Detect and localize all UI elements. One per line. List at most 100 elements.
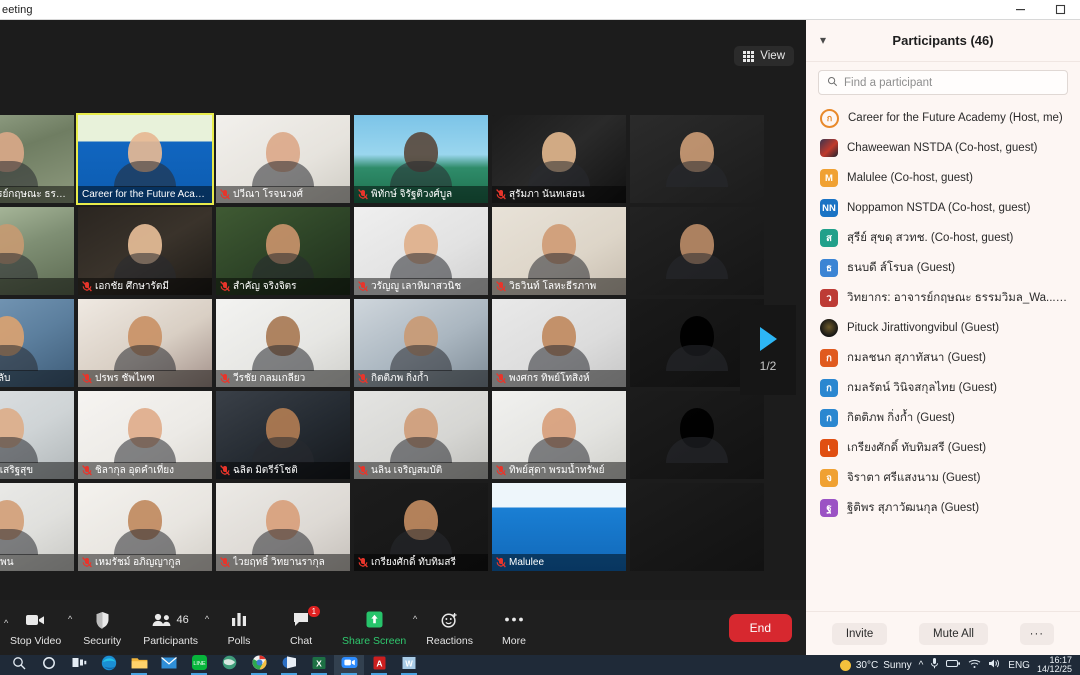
taskbar-search-button[interactable]: [4, 655, 34, 675]
taskbar-chrome-button[interactable]: [244, 655, 274, 675]
video-tile[interactable]: วรัญญู เลาหิมาสวนิช: [352, 205, 490, 297]
muted-mic-icon: [358, 189, 368, 200]
search-input[interactable]: Find a participant: [818, 70, 1068, 95]
chevron-down-icon[interactable]: ▾: [820, 33, 826, 47]
participant-row[interactable]: ว วิทยากร: อาจารย์กฤษณะ ธรรมวิมล_Wa... (G…: [806, 283, 1080, 313]
search-icon: [827, 74, 838, 92]
participant-row[interactable]: ส สุรีย์ สุขดุ สวทช. (Co-host, guest): [806, 223, 1080, 253]
video-tile[interactable]: นพงส์ วิวิธอำพน: [0, 481, 76, 573]
taskbar-browser-button[interactable]: [214, 655, 244, 675]
video-tile[interactable]: ไวยฤทธิ์ วิทยานรากุล: [214, 481, 352, 573]
toolbar-stop-video-button[interactable]: Stop Video ^: [0, 600, 72, 655]
tile-participant-name: ฉลิต มิตรีร์โชติ: [233, 465, 298, 476]
toolbar-participants-button[interactable]: 46 Participants ^: [133, 600, 209, 655]
muted-mic-icon: [82, 281, 92, 292]
view-button[interactable]: View: [734, 46, 794, 66]
video-tile[interactable]: สำคัญ จริงจิตร: [214, 205, 352, 297]
participant-row[interactable]: Chaweewan NSTDA (Co-host, guest): [806, 133, 1080, 163]
taskbar-excel-button[interactable]: X: [304, 655, 334, 675]
toolbar-more-button[interactable]: More: [483, 600, 545, 655]
toolbar-chat-button[interactable]: 1 Chat: [270, 600, 332, 655]
taskbar-edge-button[interactable]: [94, 655, 124, 675]
volume-icon[interactable]: [988, 658, 1001, 672]
participant-row[interactable]: M Malulee (Co-host, guest): [806, 163, 1080, 193]
chevron-up-icon[interactable]: ^: [919, 660, 924, 671]
toolbar-item-label: Security: [83, 634, 122, 647]
tile-name-bar: เหมรัชม์ อภิญญากูล: [78, 554, 212, 571]
video-tile[interactable]: ชิลากุล อุดคำเที่ยง: [76, 389, 214, 481]
taskbar-acrobat-button[interactable]: A: [364, 655, 394, 675]
taskbar-word-button[interactable]: W: [394, 655, 424, 675]
clock[interactable]: 16:17 14/12/25: [1037, 655, 1072, 675]
participant-row[interactable]: Pituck Jirattivongvibul (Guest): [806, 313, 1080, 343]
next-page-control[interactable]: 1/2: [740, 305, 796, 395]
video-tile[interactable]: กร: อาจารย์กฤษณะ ธรรมว...: [0, 113, 76, 205]
participant-row[interactable]: ก Career for the Future Academy (Host, me…: [806, 103, 1080, 133]
wifi-icon[interactable]: [968, 659, 981, 672]
taskbar-file-explorer-button[interactable]: [124, 655, 154, 675]
task-view-icon: [72, 656, 87, 674]
participants-list[interactable]: ก Career for the Future Academy (Host, me…: [806, 101, 1080, 611]
video-tile[interactable]: ส์โรบล: [0, 205, 76, 297]
video-tile[interactable]: พงศกร ทิพย์โทสิงห์: [490, 297, 628, 389]
video-tile[interactable]: ฉลิต มิตรีร์โชติ: [214, 389, 352, 481]
participant-row[interactable]: จ จิราตา ศรีแสงนาม (Guest): [806, 463, 1080, 493]
participant-row[interactable]: ฐ ฐิติพร สุภาวัฒนกุล (Guest): [806, 493, 1080, 523]
tile-participant-name: Malulee: [509, 557, 545, 568]
page-indicator: 1/2: [759, 359, 777, 373]
toolbar-share-screen-button[interactable]: Share Screen ^: [332, 600, 417, 655]
tile-participant-name: กิตติภพ กิ่งก้ำ: [371, 373, 429, 384]
microphone-icon[interactable]: [930, 657, 939, 673]
video-tile[interactable]: [628, 481, 766, 573]
video-tile[interactable]: [628, 113, 766, 205]
toolbar-polls-button[interactable]: Polls: [208, 600, 270, 655]
video-tile[interactable]: พิทักษ์ จิรัฐติวงศ์บูล: [352, 113, 490, 205]
muted-mic-icon: [220, 189, 230, 200]
video-tile[interactable]: นิวัติ ภูมิบ่อพลับ: [0, 297, 76, 389]
participant-row[interactable]: เ เกรียงศักดิ์ ทับทิมสรี (Guest): [806, 433, 1080, 463]
tile-participant-name: ปรพร ชัพไพฑ: [95, 373, 155, 384]
taskbar-zoom-button[interactable]: [334, 655, 364, 675]
video-tile[interactable]: Malulee: [490, 481, 628, 573]
toolbar-security-button[interactable]: Security: [71, 600, 133, 655]
participant-row[interactable]: ก กมลชนก สุภาทัสนา (Guest): [806, 343, 1080, 373]
taskbar-task-view-button[interactable]: [64, 655, 94, 675]
avatar: จ: [820, 469, 838, 487]
video-tile[interactable]: ปรพร ชัพไพฑ: [76, 297, 214, 389]
video-tile[interactable]: วีรชัย กลมเกลียว: [214, 297, 352, 389]
video-tile[interactable]: ทิพย์สุดา พรมน้ำทรัพย์: [490, 389, 628, 481]
mute-all-button[interactable]: Mute All: [919, 622, 988, 645]
participant-row[interactable]: ธ ธนบดี ส์โรบล (Guest): [806, 253, 1080, 283]
video-tile[interactable]: ปวีณา โรจนวงศ์: [214, 113, 352, 205]
participant-row[interactable]: ก กมลรัตน์ วินิจสกุลไทย (Guest): [806, 373, 1080, 403]
video-tile[interactable]: กิตติภพ กิ่งก้ำ: [352, 297, 490, 389]
browser-icon: [222, 655, 237, 675]
video-tile[interactable]: [628, 389, 766, 481]
video-tile[interactable]: เหมรัชม์ อภิญญากูล: [76, 481, 214, 573]
avatar: ธ: [820, 259, 838, 277]
video-tile[interactable]: เอกชัย ศึกษารัตมี: [76, 205, 214, 297]
maximize-button[interactable]: [1040, 0, 1080, 20]
video-tile[interactable]: นลิน เจริญสมบัติ: [352, 389, 490, 481]
taskbar-cortana-button[interactable]: [34, 655, 64, 675]
taskbar-line-button[interactable]: LINE: [184, 655, 214, 675]
video-tile[interactable]: Career for the Future Acad...: [76, 113, 214, 205]
participants-panel: ▾ Participants (46) Find a participant ก…: [806, 20, 1080, 655]
toolbar-reactions-button[interactable]: Reactions: [416, 600, 483, 655]
video-tile[interactable]: สุรัมภา นันทเสอน: [490, 113, 628, 205]
language-indicator[interactable]: ENG: [1008, 660, 1030, 671]
more-options-button[interactable]: ···: [1019, 622, 1055, 645]
taskbar-outlook-button[interactable]: [274, 655, 304, 675]
invite-button[interactable]: Invite: [831, 622, 888, 645]
video-tile[interactable]: ชา โรจนประเสริฐสุข: [0, 389, 76, 481]
end-button[interactable]: End: [728, 613, 792, 642]
video-tile[interactable]: [628, 205, 766, 297]
video-tile[interactable]: วิธวินท์ โลหะธีรภาพ: [490, 205, 628, 297]
taskbar-mail-button[interactable]: [154, 655, 184, 675]
minimize-button[interactable]: [1000, 0, 1040, 20]
battery-icon[interactable]: [946, 659, 961, 671]
participant-row[interactable]: ก กิตติภพ กิ่งก้ำ (Guest): [806, 403, 1080, 433]
video-tile[interactable]: เกรียงศักดิ์ ทับทิมสรี: [352, 481, 490, 573]
weather-widget[interactable]: 30°C Sunny: [839, 659, 912, 671]
participant-row[interactable]: NN Noppamon NSTDA (Co-host, guest): [806, 193, 1080, 223]
